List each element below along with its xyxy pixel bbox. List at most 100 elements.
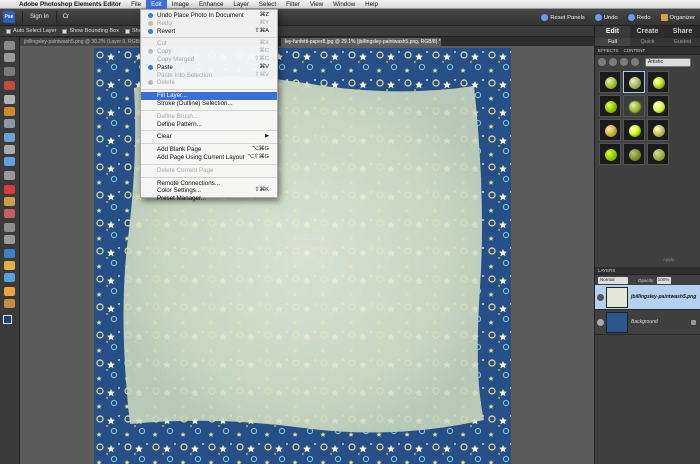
effect-thumbnail[interactable] [599,143,621,165]
tab-guided[interactable]: Guided [665,38,700,46]
layer-row[interactable]: Background [595,310,700,335]
tab-document-2[interactable]: ley-funfetti-paper8.jpg @ 29.1% (jbillin… [281,38,441,46]
tab-full[interactable]: Full [595,38,630,46]
effect-thumbnail[interactable] [599,95,621,117]
red-eye-tool-icon[interactable] [4,185,15,194]
clone-stamp-tool-icon[interactable] [4,209,15,218]
menu-item-copy[interactable]: Copy ⌘C [141,48,277,56]
layer-styles-icon[interactable] [609,58,617,66]
menu-item-paste-into-selection[interactable]: Paste Into Selection ⇧⌘V [141,72,277,80]
blur-tool-icon[interactable] [4,287,15,296]
tab-share[interactable]: Share [665,26,700,38]
zoom-tool-icon[interactable] [4,41,15,50]
menu-item-fill-layer[interactable]: Fill Layer... [141,92,277,100]
menu-enhance[interactable]: Enhance [194,0,228,9]
effect-thumbnail[interactable] [647,71,669,93]
effect-thumbnail[interactable] [623,71,645,93]
menu-window[interactable]: Window [328,0,360,9]
apply-button[interactable]: Apply [663,257,674,262]
shape-tool-icon[interactable] [4,273,15,282]
menu-item-revert[interactable]: Revert ⇧⌘A [141,28,277,36]
brush-tool-icon[interactable] [4,235,15,244]
organizer-button[interactable]: Organizer [656,14,700,21]
tab-quick[interactable]: Quick [630,38,665,46]
auto-select-layer-label: Auto Select Layer [13,28,57,34]
visibility-eye-icon[interactable] [597,318,604,326]
eraser-tool-icon[interactable] [4,223,15,232]
lasso-tool-icon[interactable] [4,107,15,116]
visibility-eye-icon[interactable] [597,293,604,301]
redo-button[interactable]: Redo [623,14,656,21]
menu-item-shortcut: ⇧⌘V [254,71,269,78]
menu-filter[interactable]: Filter [281,0,305,9]
undo-button[interactable]: Undo [590,14,623,21]
menu-image[interactable]: Image [167,0,194,9]
reset-panels-button[interactable]: Reset Panels [536,14,589,21]
menu-item-add-blank-page[interactable]: Add Blank Page ⌥⌘G [141,146,277,154]
tab-effects[interactable]: EFFECTS [598,48,619,53]
effect-thumbnail[interactable] [623,119,645,141]
filters-icon[interactable] [598,58,606,66]
menu-item-label: Paste [157,63,173,71]
menu-help[interactable]: Help [360,0,383,9]
menu-item-undo-place-photo-in-document[interactable]: Undo Place Photo In Document ⌘Z [141,12,277,20]
marquee-tool-icon[interactable] [4,95,15,104]
menu-view[interactable]: View [305,0,328,9]
create-button[interactable]: Cr [60,14,72,20]
menu-select[interactable]: Select [254,0,281,9]
eyedropper-tool-icon[interactable] [4,81,15,90]
tab-content[interactable]: CONTENT [624,48,646,53]
quick-selection-tool-icon[interactable] [4,133,15,142]
effect-thumbnail[interactable] [647,143,669,165]
menu-item-stroke-outline-selection[interactable]: Stroke (Outline) Selection... [141,100,277,108]
tab-document-1[interactable]: jbillingsley-paintwash5.png @ 30.2% (Lay… [20,38,140,46]
healing-brush-tool-icon[interactable] [4,197,15,206]
hand-tool-icon[interactable] [4,53,15,62]
sign-in-button[interactable]: Sign In [26,14,53,20]
effect-thumbnail[interactable] [599,119,621,141]
menu-item-delete-current-page[interactable]: Delete Current Page [141,167,277,175]
menu-item-define-brush[interactable]: Define Brush... [141,113,277,121]
paint-bucket-tool-icon[interactable] [4,249,15,258]
menu-item-preset-manager[interactable]: Preset Manager... [141,195,277,203]
foreground-color-swatch[interactable] [3,315,12,324]
app-name-menu[interactable]: Adobe Photoshop Elements Editor [14,0,126,9]
auto-select-layer-checkbox[interactable]: Auto Select Layer [6,28,56,34]
effects-category-select[interactable]: Artistic [645,57,691,67]
effect-thumbnail[interactable] [647,119,669,141]
effect-thumbnail[interactable] [623,143,645,165]
canvas-area[interactable] [20,46,594,464]
menu-layer[interactable]: Layer [228,0,253,9]
menu-item-define-pattern[interactable]: Define Pattern... [141,121,277,129]
tab-edit[interactable]: Edit [595,26,630,38]
photo-effects-icon[interactable] [620,58,628,66]
menu-item-cut[interactable]: Cut ⌘X [141,40,277,48]
crop-tool-icon[interactable] [4,145,15,154]
show-bounding-box-checkbox[interactable]: Show Bounding Box [62,28,119,34]
cookie-cutter-tool-icon[interactable] [4,157,15,166]
effect-thumbnail[interactable] [647,95,669,117]
opacity-field[interactable]: 100% [656,276,671,284]
magic-wand-tool-icon[interactable] [4,119,15,128]
menu-item-redo[interactable]: Redo ⌘Y [141,20,277,28]
menu-item-color-settings[interactable]: Color Settings... ⇧⌘K [141,187,277,195]
menu-item-paste[interactable]: Paste ⌘V [141,64,277,72]
layer-row[interactable]: jbillingsley-paintwash5.png [595,285,700,310]
menu-edit[interactable]: Edit [146,0,167,9]
tab-create[interactable]: Create [630,26,665,38]
gradient-tool-icon[interactable] [4,261,15,270]
menu-item-clear[interactable]: Clear ▶ [141,133,277,141]
all-effects-icon[interactable] [631,58,639,66]
effect-thumbnail[interactable] [623,95,645,117]
text-tool-icon[interactable] [4,171,15,180]
menu-item-icon [148,13,153,18]
menu-file[interactable]: File [126,0,146,9]
blend-mode-select[interactable]: Normal [598,276,628,284]
effect-thumbnail[interactable] [599,71,621,93]
menu-item-copy-merged[interactable]: Copy Merged ⇧⌘C [141,56,277,64]
move-tool-icon[interactable] [4,67,15,76]
sponge-tool-icon[interactable] [4,299,15,308]
menu-item-delete[interactable]: Delete [141,79,277,87]
layers-panel: LAYERS Normal Opacity: 100% jbillingsley… [595,267,700,335]
menu-item-add-page-using-current-layout[interactable]: Add Page Using Current Layout ⌥⇧⌘G [141,154,277,162]
